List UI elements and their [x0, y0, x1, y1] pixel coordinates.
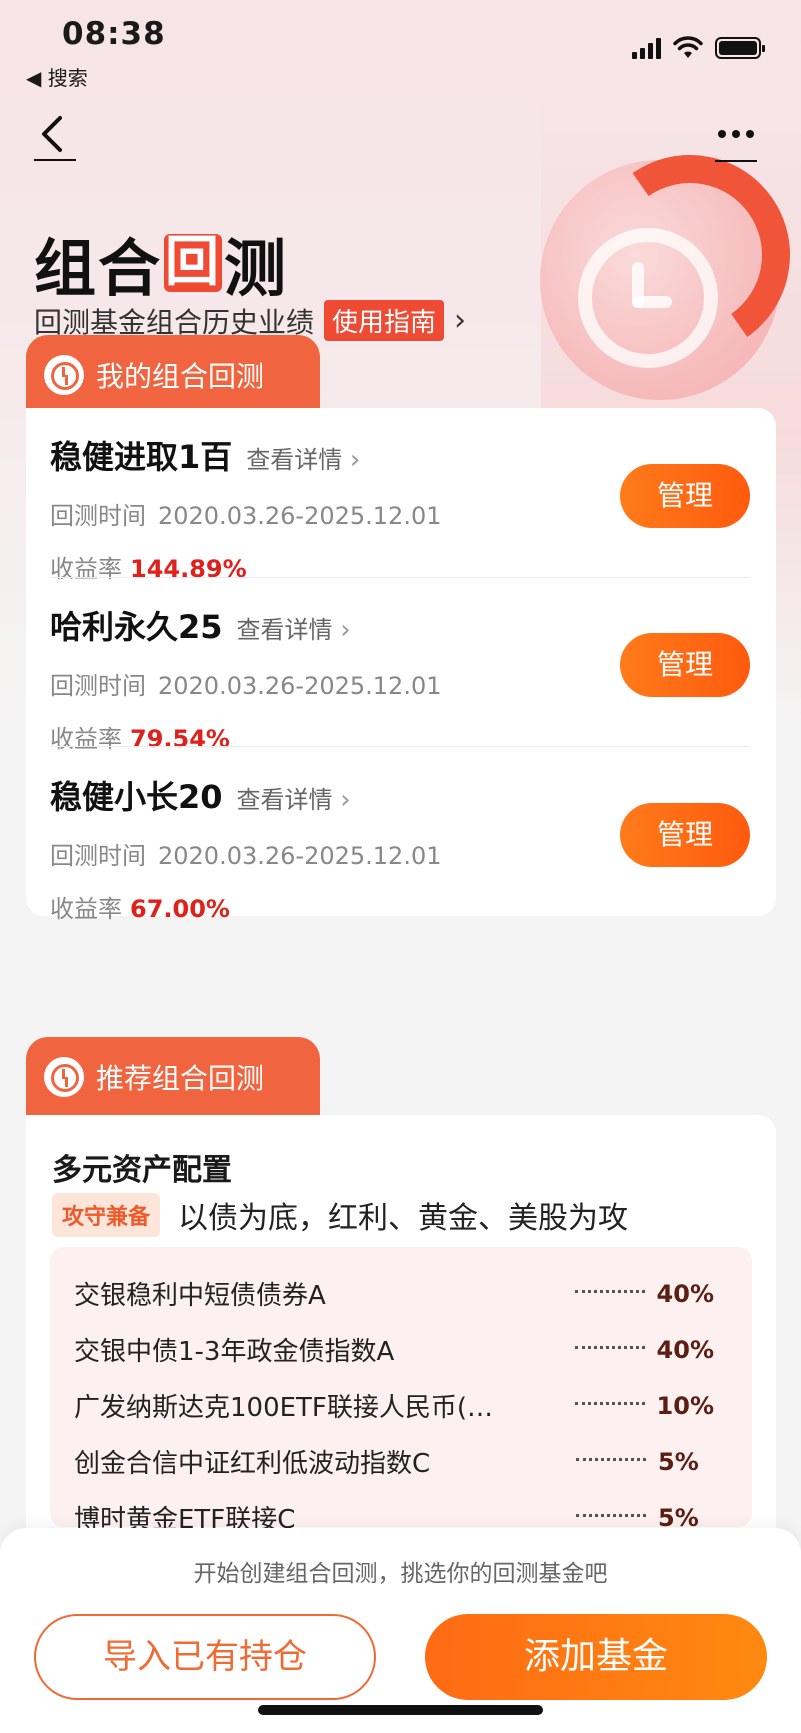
- recommended-portfolio-title: 多元资产配置: [52, 1153, 232, 1188]
- title-highlight: 回: [164, 230, 223, 293]
- clock-hand: [632, 296, 672, 308]
- title-part: 测: [224, 232, 289, 305]
- view-details-link[interactable]: 查看详情 ›: [246, 440, 360, 475]
- wifi-icon: [673, 36, 703, 58]
- usage-guide-link[interactable]: 使用指南: [324, 300, 445, 341]
- portfolio-name: 稳健小长20: [50, 778, 223, 816]
- chevron-right-icon[interactable]: ›: [454, 303, 466, 338]
- chevron-right-icon: ›: [340, 785, 351, 815]
- home-indicator: [258, 1705, 543, 1715]
- fund-allocation-list: 交银稳利中短债债券A 40% 交银中债1-3年政金债指数A 40% 广发纳斯达克…: [50, 1247, 752, 1535]
- fund-name: 交银中债1-3年政金债指数A: [74, 1337, 395, 1367]
- status-back-to-search[interactable]: ◀ 搜索: [26, 62, 88, 91]
- time-value: 2020.03.26-2025.12.01: [158, 672, 442, 700]
- view-details-link[interactable]: 查看详情 ›: [237, 780, 351, 815]
- rate-label: 收益率: [50, 555, 122, 583]
- portfolio-name: 哈利永久25: [50, 608, 223, 646]
- manage-button[interactable]: 管理: [620, 803, 750, 867]
- portfolio-name: 稳健进取1百: [50, 438, 233, 476]
- time-label: 回测时间: [50, 502, 146, 530]
- import-holdings-button[interactable]: 导入已有持仓: [34, 1614, 376, 1700]
- clock-icon: [44, 355, 84, 395]
- divider: [50, 746, 750, 747]
- time-value: 2020.03.26-2025.12.01: [158, 842, 442, 870]
- my-backtests-card: 稳健进取1百 查看详情 › 回测时间 2020.03.26-2025.12.01 …: [26, 408, 776, 923]
- back-arrow-icon[interactable]: [32, 112, 78, 164]
- add-fund-button[interactable]: 添加基金: [425, 1614, 767, 1700]
- tab-recommended-backtests: 推荐组合回测: [26, 1037, 320, 1117]
- fund-row: 创金合信中证红利低波动指数C 5%: [74, 1443, 714, 1480]
- fund-name: 广发纳斯达克100ETF联接人民币(…: [74, 1393, 494, 1423]
- rate-value: 67.00%: [130, 895, 230, 923]
- fund-row: 广发纳斯达克100ETF联接人民币(… 10%: [74, 1387, 714, 1424]
- fund-row: 交银稳利中短债债券A 40%: [74, 1275, 714, 1312]
- leader-dots: [576, 1514, 646, 1517]
- time-label: 回测时间: [50, 672, 146, 700]
- rate-label: 收益率: [50, 725, 122, 753]
- manage-button[interactable]: 管理: [620, 464, 750, 528]
- leader-dots: [574, 1402, 645, 1405]
- fund-name: 交银稳利中短债债券A: [74, 1281, 326, 1311]
- clock-icon: [44, 1057, 84, 1097]
- strategy-tag: 攻守兼备: [52, 1193, 161, 1237]
- leader-dots: [574, 1290, 645, 1293]
- time-label: 回测时间: [50, 842, 146, 870]
- status-time: 08:38: [62, 16, 166, 52]
- time-value: 2020.03.26-2025.12.01: [158, 502, 442, 530]
- signal-icon: [632, 37, 661, 59]
- fund-weight: 5%: [658, 1447, 699, 1476]
- leader-dots: [574, 1346, 645, 1349]
- rate-value: 79.54%: [130, 725, 230, 753]
- battery-icon: [715, 37, 765, 59]
- divider: [50, 577, 750, 578]
- view-details-link[interactable]: 查看详情 ›: [237, 610, 351, 645]
- rate-label: 收益率: [50, 895, 122, 923]
- bottom-action-bar: 开始创建组合回测，挑选你的回测基金吧 导入已有持仓 添加基金: [0, 1528, 801, 1733]
- status-icons: [632, 36, 765, 60]
- page-title: 组合 回 测: [34, 218, 288, 308]
- bottom-hint: 开始创建组合回测，挑选你的回测基金吧: [193, 1561, 608, 1587]
- title-part: 组合: [34, 232, 163, 305]
- chevron-right-icon: ›: [349, 445, 361, 475]
- fund-row: 交银中债1-3年政金债指数A 40%: [74, 1331, 714, 1368]
- manage-button[interactable]: 管理: [620, 633, 750, 697]
- fund-weight: 10%: [656, 1391, 714, 1420]
- tab-label: 我的组合回测: [96, 360, 265, 393]
- fund-weight: 40%: [656, 1279, 714, 1308]
- strategy-description: 以债为底，红利、黄金、美股为攻: [178, 1201, 629, 1236]
- chevron-right-icon: ›: [340, 615, 351, 645]
- leader-dots: [576, 1458, 646, 1461]
- tab-my-backtests: 我的组合回测: [26, 335, 320, 415]
- more-options-icon[interactable]: [713, 124, 759, 164]
- fund-weight: 40%: [656, 1335, 714, 1364]
- fund-name: 创金合信中证红利低波动指数C: [74, 1449, 431, 1479]
- tab-label: 推荐组合回测: [96, 1062, 265, 1095]
- recommended-portfolio-card[interactable]: 多元资产配置 攻守兼备 以债为底，红利、黄金、美股为攻 交银稳利中短债债券A 4…: [26, 1115, 776, 1575]
- rate-value: 144.89%: [130, 555, 247, 583]
